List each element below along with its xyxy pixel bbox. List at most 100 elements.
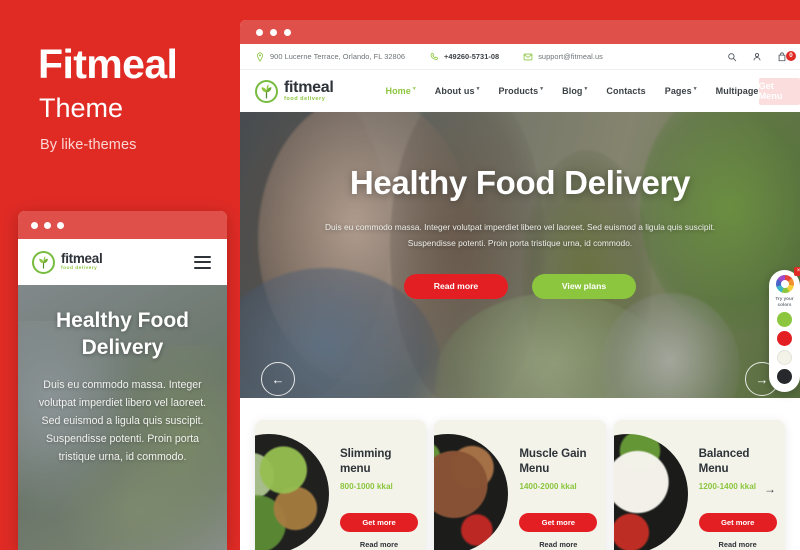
chevron-down-icon: ▾ bbox=[412, 86, 416, 92]
account-button[interactable] bbox=[752, 52, 762, 62]
nav-label: Home bbox=[385, 86, 411, 96]
close-icon[interactable]: × bbox=[794, 267, 800, 276]
color-swatch-dark[interactable] bbox=[777, 369, 792, 385]
card-read-more-link[interactable]: Read more bbox=[340, 540, 418, 549]
mobile-navbar: fitmeal food delivery bbox=[18, 239, 227, 285]
desktop-preview-window: 900 Lucerne Terrace, Orlando, FL 32806 +… bbox=[240, 20, 800, 550]
site-logo-text: fitmeal food delivery bbox=[284, 78, 334, 103]
phone-icon bbox=[430, 52, 438, 60]
nav-label: About us bbox=[434, 86, 475, 96]
hero-description: Duis eu commodo massa. Integer volutpat … bbox=[324, 222, 716, 249]
hero-section: Healthy Food Delivery Duis eu commodo ma… bbox=[240, 112, 800, 398]
menu-cards: Slimming menu 800-1000 kkal Get more Rea… bbox=[240, 420, 800, 550]
email-text: support@fitmeal.us bbox=[538, 52, 603, 61]
mobile-logo-text: fitmeal food delivery bbox=[61, 251, 103, 271]
card-title: Balanced Menu bbox=[698, 447, 750, 476]
search-icon bbox=[728, 52, 737, 61]
topbar-email[interactable]: support@fitmeal.us bbox=[523, 52, 603, 62]
leaf-logo-icon bbox=[255, 79, 278, 103]
logo-name: fitmeal bbox=[61, 251, 103, 267]
card-body: Slimming menu 800-1000 kkal Get more Rea… bbox=[340, 446, 418, 549]
cart-button[interactable]: 0 bbox=[777, 50, 796, 62]
get-menu-button[interactable]: Get Menu bbox=[758, 77, 800, 105]
logo-tagline: food delivery bbox=[61, 265, 98, 271]
color-swatch-green[interactable] bbox=[777, 312, 792, 328]
topbar-phone[interactable]: +49260-5731-08 bbox=[429, 52, 499, 62]
nav-label: Pages bbox=[664, 86, 692, 96]
cart-count-badge: 0 bbox=[786, 50, 796, 61]
promo-subtitle: Theme bbox=[39, 93, 124, 123]
search-button[interactable] bbox=[727, 52, 737, 62]
envelope-icon bbox=[523, 53, 533, 60]
mobile-hero-section: Healthy Food Delivery Duis eu commodo ma… bbox=[18, 285, 227, 550]
browser-titlebar bbox=[240, 20, 800, 44]
card-get-more-button[interactable]: Get more bbox=[519, 512, 598, 532]
card-get-more-button[interactable]: Get more bbox=[698, 512, 777, 532]
menu-card-balanced[interactable]: Balanced Menu 1200-1400 kkal Get more Re… bbox=[613, 420, 785, 550]
carousel-prev-arrow-icon[interactable]: ← bbox=[261, 362, 295, 396]
card-get-more-button[interactable]: Get more bbox=[340, 512, 418, 532]
site-mainnav: fitmeal food delivery Home ▾ About us ▾ … bbox=[240, 70, 800, 112]
window-dot-minimize-icon[interactable] bbox=[44, 221, 51, 229]
nav-item-about-us[interactable]: About us ▾ bbox=[435, 86, 480, 96]
color-swatch-red[interactable] bbox=[777, 331, 792, 347]
card-read-more-link[interactable]: Read more bbox=[519, 540, 597, 549]
nav-label: Blog bbox=[562, 86, 583, 96]
hero-buttons: Read more View plans bbox=[240, 273, 800, 299]
site-topbar: 900 Lucerne Terrace, Orlando, FL 32806 +… bbox=[240, 44, 800, 70]
mobile-hero-description: Duis eu commodo massa. Integer volutpat … bbox=[38, 378, 207, 464]
window-dot-maximize-icon[interactable] bbox=[284, 28, 291, 36]
nav-item-home[interactable]: Home ▾ bbox=[385, 86, 415, 96]
chevron-down-icon: ▾ bbox=[693, 86, 697, 92]
promo-author: By like-themes bbox=[40, 137, 137, 153]
mobile-logo[interactable]: fitmeal food delivery bbox=[32, 250, 103, 274]
logo-name: fitmeal bbox=[284, 78, 334, 96]
card-body: Muscle Gain Menu 1400-2000 kkal Get more… bbox=[519, 446, 598, 549]
promo-title: Fitmeal bbox=[38, 41, 178, 87]
topbar-actions: 0 bbox=[727, 50, 796, 62]
hero-content: Healthy Food Delivery Duis eu commodo ma… bbox=[240, 112, 800, 398]
salad-bowl-photo bbox=[255, 434, 329, 550]
mobile-hero-content: Healthy Food Delivery Duis eu commodo ma… bbox=[18, 285, 227, 550]
card-title: Slimming menu bbox=[340, 447, 392, 476]
card-read-more-link[interactable]: Read more bbox=[699, 540, 777, 549]
window-dot-close-icon[interactable] bbox=[256, 28, 263, 36]
user-icon bbox=[753, 52, 761, 60]
hero-view-plans-button[interactable]: View plans bbox=[532, 273, 636, 299]
nav-item-pages[interactable]: Pages ▾ bbox=[665, 86, 697, 96]
window-dot-minimize-icon[interactable] bbox=[270, 28, 277, 36]
chevron-down-icon: ▾ bbox=[476, 86, 480, 92]
nav-links: Home ▾ About us ▾ Products ▾ Blog ▾ Cont… bbox=[385, 86, 758, 96]
nav-item-blog[interactable]: Blog ▾ bbox=[562, 86, 587, 96]
nav-label: Multipage bbox=[715, 86, 759, 96]
chevron-down-icon: ▾ bbox=[540, 86, 544, 92]
menu-card-slimming[interactable]: Slimming menu 800-1000 kkal Get more Rea… bbox=[255, 420, 427, 550]
address-text: 900 Lucerne Terrace, Orlando, FL 32806 bbox=[270, 52, 406, 61]
location-pin-icon bbox=[257, 51, 263, 62]
color-swatch-cream[interactable] bbox=[777, 350, 792, 366]
nav-item-contacts[interactable]: Contacts bbox=[606, 86, 645, 96]
card-body: Balanced Menu 1200-1400 kkal Get more Re… bbox=[698, 446, 777, 549]
mobile-hero-title: Healthy Food Delivery bbox=[55, 309, 189, 360]
color-wheel-icon[interactable] bbox=[775, 275, 794, 293]
leaf-logo-icon bbox=[32, 250, 55, 274]
logo-tagline: food delivery bbox=[284, 95, 326, 102]
nav-label: Contacts bbox=[606, 86, 646, 96]
card-title: Muscle Gain Menu bbox=[519, 447, 587, 476]
window-dot-maximize-icon[interactable] bbox=[57, 221, 64, 229]
nav-item-multipage[interactable]: Multipage bbox=[716, 86, 759, 96]
mobile-preview-window: fitmeal food delivery Healthy Food Deliv… bbox=[18, 211, 227, 550]
card-calories: 800-1000 kkal bbox=[340, 481, 393, 491]
window-dot-close-icon[interactable] bbox=[31, 221, 38, 229]
mobile-titlebar bbox=[18, 211, 227, 239]
hamburger-icon[interactable] bbox=[194, 255, 211, 269]
color-switcher-label: Try your colors bbox=[775, 296, 794, 308]
nav-item-products[interactable]: Products ▾ bbox=[498, 86, 543, 96]
hero-title: Healthy Food Delivery bbox=[349, 164, 691, 201]
hero-read-more-button[interactable]: Read more bbox=[404, 273, 508, 299]
color-switcher-widget: × Try your colors bbox=[769, 267, 800, 392]
nav-label: Products bbox=[498, 86, 539, 96]
menu-card-muscle-gain[interactable]: Muscle Gain Menu 1400-2000 kkal Get more… bbox=[434, 420, 606, 550]
card-next-arrow-icon[interactable]: → bbox=[764, 482, 776, 496]
site-logo[interactable]: fitmeal food delivery bbox=[255, 78, 334, 103]
